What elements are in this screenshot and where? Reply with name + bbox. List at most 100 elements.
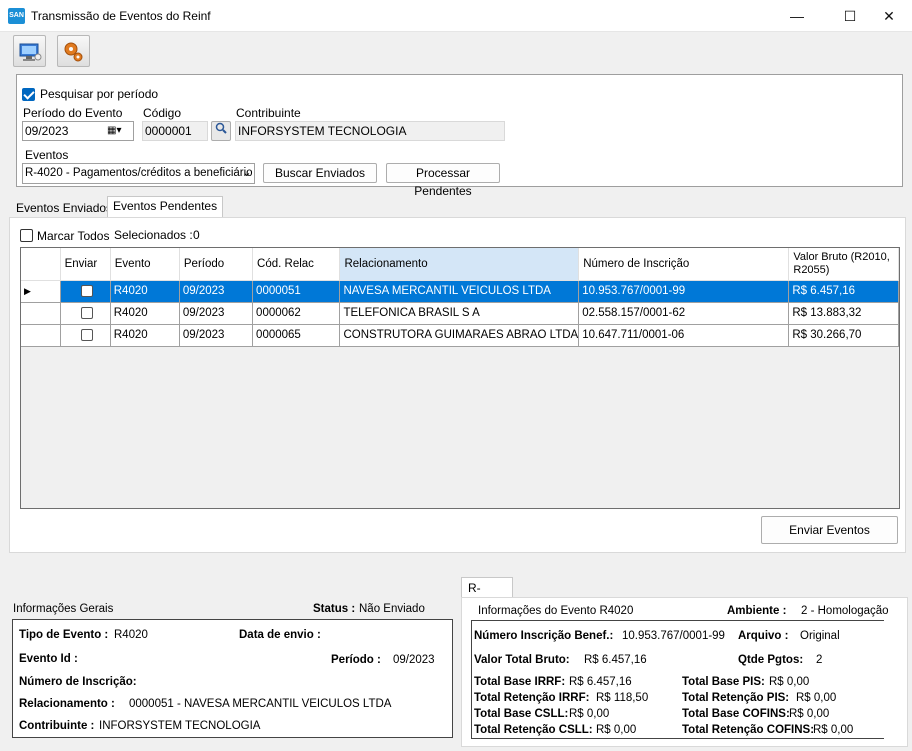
table-row[interactable]: ▶ R4020 09/2023 0000051 NAVESA MERCANTIL… xyxy=(21,280,899,303)
taxpayer-label: Contribuinte xyxy=(236,106,301,120)
ambiente-value: 2 - Homologação xyxy=(801,605,889,617)
search-icon xyxy=(215,122,227,134)
base-irrf-label: Total Base IRRF: xyxy=(474,676,566,688)
period-value: 09/2023 xyxy=(25,124,69,138)
cell-evento: R4020 xyxy=(110,302,180,325)
send-checkbox[interactable] xyxy=(80,284,93,297)
cell-periodo: 09/2023 xyxy=(179,302,254,325)
ret-cofins-label: Total Retenção COFINS: xyxy=(682,724,815,736)
minimize-button[interactable]: — xyxy=(774,0,820,32)
event-info-title: Informações do Evento R4020 xyxy=(478,605,634,617)
base-csll-label: Total Base CSLL: xyxy=(474,708,569,720)
qtde-pgtos-label: Qtde Pgtos: xyxy=(738,654,804,666)
qtde-pgtos-value: 2 xyxy=(816,654,823,666)
contribuinte-label: Contribuinte : xyxy=(19,720,95,732)
row-selector[interactable] xyxy=(21,302,61,325)
arquivo-label: Arquivo : xyxy=(738,630,789,642)
data-envio-label: Data de envio : xyxy=(239,629,321,641)
ret-irrf-label: Total Retenção IRRF: xyxy=(474,692,590,704)
gears-icon xyxy=(64,42,83,62)
send-events-button[interactable]: Enviar Eventos xyxy=(761,516,898,544)
base-cofins-label: Total Base COFINS: xyxy=(682,708,790,720)
column-header-evento[interactable]: Evento xyxy=(110,248,180,281)
transmit-toolbar-button[interactable] xyxy=(13,35,46,67)
ambiente-label: Ambiente : xyxy=(727,605,787,617)
app-icon: SAN xyxy=(8,8,25,24)
column-header-relacionamento[interactable]: Relacionamento xyxy=(339,248,580,281)
column-header-cod-relac[interactable]: Cód. Relac xyxy=(252,248,341,281)
ret-csll-label: Total Retenção CSLL: xyxy=(474,724,593,736)
table-row[interactable]: R4020 09/2023 0000065 CONSTRUTORA GUIMAR… xyxy=(21,324,899,347)
close-button[interactable]: ✕ xyxy=(866,0,912,32)
evento-id-label: Evento Id : xyxy=(19,653,78,665)
toolbar xyxy=(0,32,912,70)
ret-cofins-value: R$ 0,00 xyxy=(813,724,854,736)
send-checkbox-cell[interactable] xyxy=(60,302,111,325)
taxpayer-field: INFORSYSTEM TECNOLOGIA xyxy=(235,121,505,141)
selected-count: 0 xyxy=(193,228,200,242)
row-selector[interactable]: ▶ xyxy=(21,280,61,303)
period-date-picker[interactable]: 09/2023 ▦▾ xyxy=(22,121,134,141)
base-irrf-value: R$ 6.457,16 xyxy=(569,676,632,688)
selected-label: Selecionados : xyxy=(114,228,193,242)
processar-pendentes-button[interactable]: Processar Pendentes xyxy=(386,163,500,198)
pending-events-grid: Enviar Evento Período Cód. Relac Relacio… xyxy=(20,247,900,509)
send-checkbox[interactable] xyxy=(80,328,93,341)
ret-irrf-value: R$ 118,50 xyxy=(596,692,649,704)
cell-valor-bruto: R$ 30.266,70 xyxy=(788,324,899,347)
cell-evento: R4020 xyxy=(110,280,180,303)
code-search-button[interactable] xyxy=(211,121,231,141)
cell-valor-bruto: R$ 6.457,16 xyxy=(788,280,899,303)
base-cofins-value: R$ 0,00 xyxy=(789,708,830,720)
periodo-label: Período : xyxy=(331,654,381,666)
ret-pis-label: Total Retenção PIS: xyxy=(682,692,790,704)
events-dropdown[interactable]: R-4020 - Pagamentos/créditos a beneficiá… xyxy=(22,163,255,184)
cell-valor-bruto: R$ 13.883,32 xyxy=(788,302,899,325)
numero-inscricao-label: Número de Inscrição: xyxy=(19,676,137,688)
arquivo-value: Original xyxy=(800,630,840,642)
send-checkbox-cell[interactable] xyxy=(60,280,111,303)
relacionamento-value: 0000051 - NAVESA MERCANTIL VEICULOS LTDA xyxy=(129,698,392,710)
num-benef-value: 10.953.767/0001-99 xyxy=(622,630,725,642)
code-label: Código xyxy=(143,106,182,120)
buscar-enviados-button[interactable]: Buscar Enviados xyxy=(263,163,377,183)
events-label: Eventos xyxy=(25,148,69,162)
cell-relacionamento: NAVESA MERCANTIL VEICULOS LTDA xyxy=(339,280,580,303)
contribuinte-value: INFORSYSTEM TECNOLOGIA xyxy=(99,720,261,732)
ret-csll-value: R$ 0,00 xyxy=(596,724,637,736)
mark-all-checkbox[interactable] xyxy=(20,229,33,242)
code-field[interactable]: 0000001 xyxy=(142,121,208,141)
cell-numero-inscricao: 10.953.767/0001-99 xyxy=(578,280,790,303)
column-header-valor-bruto[interactable]: Valor Bruto (R2010, R2055) xyxy=(788,248,899,281)
search-by-period-checkbox[interactable] xyxy=(22,88,35,102)
column-header-numero-inscricao[interactable]: Número de Inscrição xyxy=(578,248,790,281)
tipo-evento-value: R4020 xyxy=(114,629,148,641)
monitor-icon xyxy=(19,43,42,61)
tipo-evento-label: Tipo de Evento : xyxy=(19,629,109,641)
column-header-enviar[interactable]: Enviar xyxy=(60,248,111,281)
cell-relacionamento: TELEFONICA BRASIL S A xyxy=(339,302,580,325)
send-checkbox-cell[interactable] xyxy=(60,324,111,347)
table-row[interactable]: R4020 09/2023 0000062 TELEFONICA BRASIL … xyxy=(21,302,899,325)
settings-toolbar-button[interactable] xyxy=(57,35,90,67)
row-selector[interactable] xyxy=(21,324,61,347)
tab-r4020[interactable]: R-4020 xyxy=(461,577,513,609)
column-header-periodo[interactable]: Período xyxy=(179,248,254,281)
cell-evento: R4020 xyxy=(110,324,180,347)
window-title: Transmissão de Eventos do Reinf xyxy=(31,9,211,23)
general-info-box: Tipo de Evento : R4020 Data de envio : E… xyxy=(12,619,453,738)
tab-eventos-enviados[interactable]: Eventos Enviados xyxy=(11,199,117,219)
cell-cod-relac: 0000051 xyxy=(252,280,341,303)
grid-header: Enviar Evento Período Cód. Relac Relacio… xyxy=(21,248,899,281)
filter-panel: Pesquisar por período Período do Evento … xyxy=(16,74,903,198)
period-label: Período do Evento xyxy=(23,106,123,120)
send-checkbox[interactable] xyxy=(80,306,93,319)
calendar-icon[interactable]: ▦▾ xyxy=(107,122,121,140)
cell-numero-inscricao: 10.647.711/0001-06 xyxy=(578,324,790,347)
relacionamento-label: Relacionamento : xyxy=(19,698,115,710)
status-label: Status : xyxy=(313,603,356,615)
search-by-period-label: Pesquisar por período xyxy=(40,87,159,101)
cell-periodo: 09/2023 xyxy=(179,280,254,303)
valor-bruto-value: R$ 6.457,16 xyxy=(584,654,647,666)
tab-eventos-pendentes[interactable]: Eventos Pendentes xyxy=(107,196,224,217)
